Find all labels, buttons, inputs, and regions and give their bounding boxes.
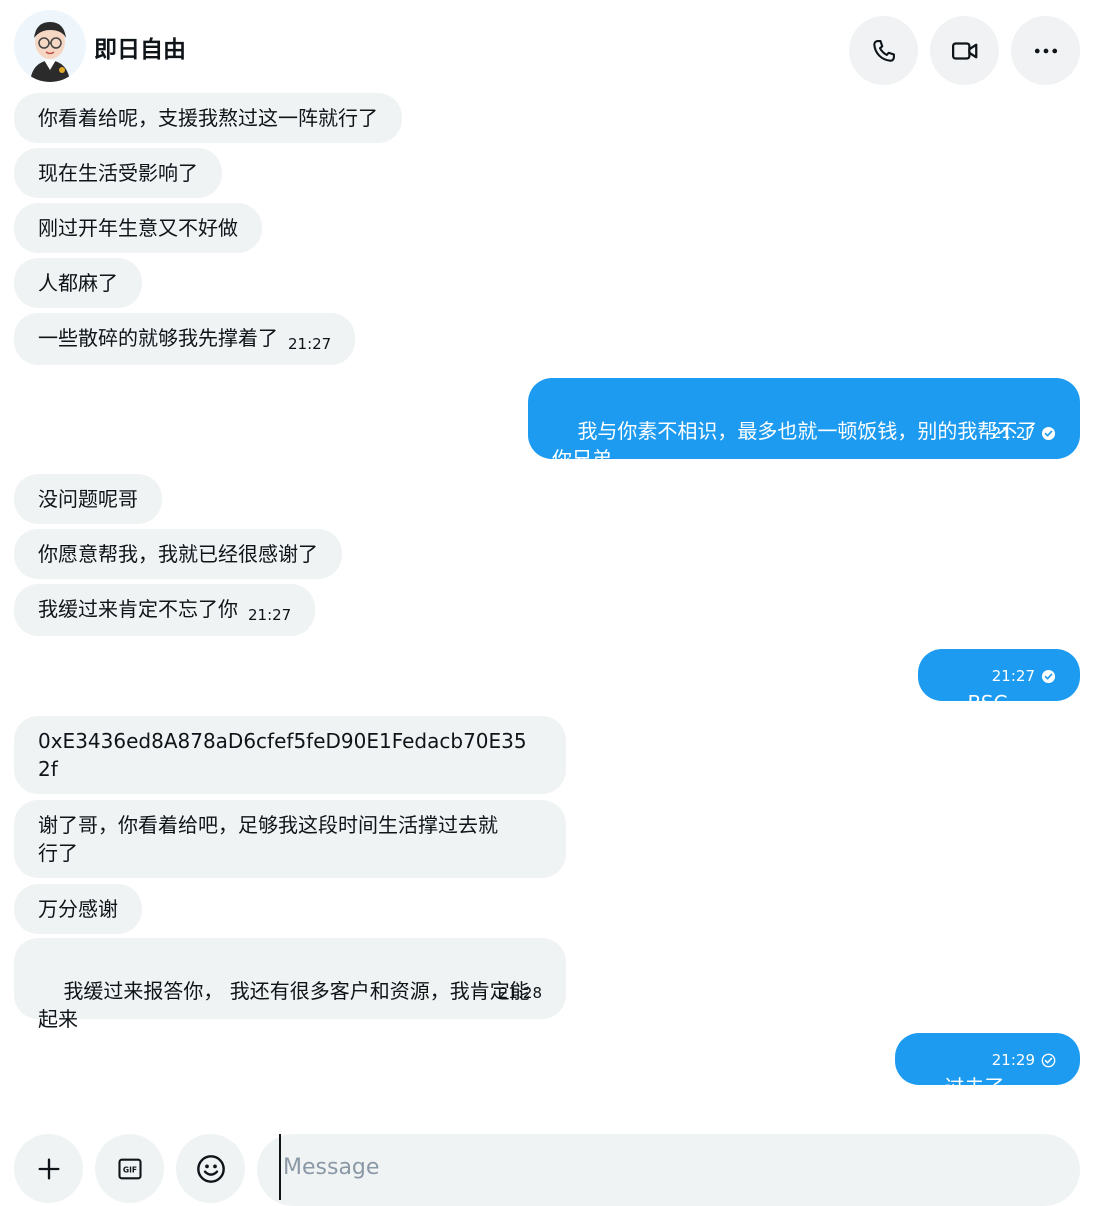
svg-text:GIF: GIF [122, 1165, 136, 1174]
message-incoming[interactable]: 0xE3436ed8A878aD6cfef5feD90E1Fedacb70E35… [14, 716, 566, 794]
message-timestamp: 21:28 [498, 984, 542, 1002]
check-circle-outline-icon [1041, 1053, 1056, 1067]
message-incoming[interactable]: 人都麻了 [14, 258, 142, 308]
message-meta: 21:29 [992, 1046, 1056, 1074]
message-text: 人都麻了 [38, 271, 118, 295]
message-input[interactable] [279, 1134, 1064, 1200]
plus-icon [38, 1158, 59, 1179]
message-meta: 21:27 [992, 419, 1056, 447]
message-text: 我缓过来肯定不忘了你 [38, 597, 238, 621]
message-meta: 21:27 [992, 662, 1056, 690]
message-timestamp: 21:27 [991, 424, 1035, 442]
message-timestamp: 21:27 [991, 667, 1035, 685]
message-text: 现在生活受影响了 [38, 161, 198, 185]
message-text: 谢了哥，你看着给吧，足够我这段时间生活撑过去就 行了 [38, 813, 498, 865]
message-text: 你看着给呢，支援我熬过这一阵就行了 [38, 106, 378, 130]
check-circle-filled-icon [1041, 669, 1056, 683]
message-text: 我缓过来报答你， 我还有很多客户和资源，我肯定能 起来 [38, 979, 530, 1031]
message-timestamp: 21:27 [288, 335, 332, 353]
message-incoming[interactable]: 没问题呢哥 [14, 474, 162, 524]
message-text: 过去了 [944, 1075, 1005, 1099]
check-circle-filled-icon [1041, 426, 1056, 440]
message-outgoing[interactable]: 我与你素不相识，最多也就一顿饭钱，别的我帮不了 你兄弟。 21:27 [528, 378, 1080, 471]
message-timestamp: 21:27 [248, 606, 292, 624]
add-attachment-button[interactable] [14, 1134, 83, 1203]
gif-icon: GIF [117, 1158, 142, 1179]
message-text: 没问题呢哥 [38, 487, 138, 511]
message-timestamp: 21:29 [991, 1051, 1035, 1069]
message-text: 0xE3436ed8A878aD6cfef5feD90E1Fedacb70E35… [38, 729, 527, 781]
emoji-button[interactable] [176, 1134, 245, 1203]
message-incoming[interactable]: 我缓过来肯定不忘了你 21:27 [14, 584, 316, 636]
message-incoming[interactable]: 谢了哥，你看着给吧，足够我这段时间生活撑过去就 行了 [14, 800, 566, 878]
message-outgoing[interactable]: BSC 21:27 [918, 649, 1080, 715]
message-text: BSC [967, 691, 1008, 715]
message-incoming[interactable]: 一些散碎的就够我先撑着了 21:27 [14, 313, 356, 365]
message-composer: GIF [0, 1120, 1097, 1206]
message-incoming[interactable]: 万分感谢 [14, 884, 142, 934]
message-incoming[interactable]: 你看着给呢，支援我熬过这一阵就行了 [14, 93, 402, 143]
message-incoming[interactable]: 你愿意帮我，我就已经很感谢了 [14, 529, 342, 579]
emoji-icon [196, 1154, 225, 1183]
message-list: 你看着给呢，支援我熬过这一阵就行了 现在生活受影响了 刚过开年生意又不好做 人都… [0, 0, 1097, 1120]
message-text: 你愿意帮我，我就已经很感谢了 [38, 542, 318, 566]
message-text: 刚过开年生意又不好做 [38, 216, 238, 240]
message-text: 万分感谢 [38, 897, 118, 921]
message-text: 一些散碎的就够我先撑着了 [38, 326, 278, 350]
message-input-container [257, 1134, 1080, 1206]
message-text: 我与你素不相识，最多也就一顿饭钱，别的我帮不了 你兄弟。 [552, 419, 1038, 471]
message-incoming[interactable]: 我缓过来报答你， 我还有很多客户和资源，我肯定能 起来 21:28 [14, 938, 566, 1031]
message-outgoing[interactable]: 过去了 21:29 [895, 1033, 1080, 1099]
gif-button[interactable]: GIF [95, 1134, 164, 1203]
message-incoming[interactable]: 现在生活受影响了 [14, 148, 222, 198]
message-incoming[interactable]: 刚过开年生意又不好做 [14, 203, 262, 253]
